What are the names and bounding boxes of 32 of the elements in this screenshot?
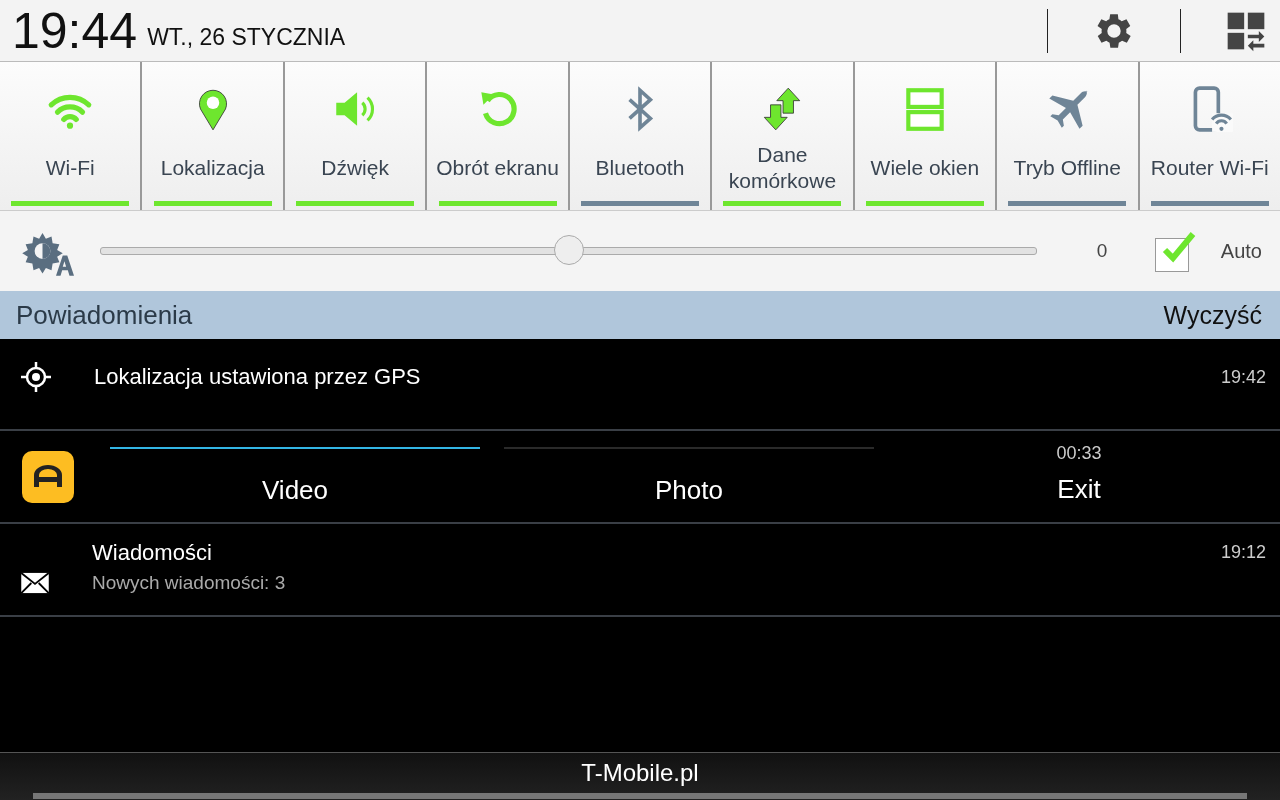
auto-checkbox[interactable]: [1154, 230, 1197, 272]
quick-toggle[interactable]: Dane komórkowe: [712, 62, 853, 210]
quick-toggle[interactable]: Router Wi-Fi: [1139, 62, 1280, 210]
auto-label: Auto: [1220, 239, 1262, 263]
date-text: WT., 26 STYCZNIA: [147, 24, 346, 51]
drag-handle[interactable]: [33, 793, 1247, 799]
notification-time: 19:42: [1220, 366, 1266, 388]
quick-toggle[interactable]: Tryb Offline: [997, 62, 1138, 210]
recorder-tab[interactable]: Video: [110, 436, 480, 517]
notification-time: 19:12: [1220, 542, 1266, 563]
notification-title: Wiadomości: [92, 540, 213, 566]
clear-button[interactable]: Wyczyść: [1163, 300, 1262, 330]
notification-item[interactable]: Wiadomości Nowych wiadomości: 3 19:12: [0, 524, 1280, 617]
carrier-name: T-Mobile.pl: [581, 759, 699, 787]
quick-toggle[interactable]: Lokalizacja: [142, 62, 283, 210]
quick-toggle[interactable]: Bluetooth: [569, 62, 711, 210]
crosshair-icon: [20, 361, 52, 393]
quick-toggle[interactable]: Wi-Fi: [0, 62, 141, 210]
notifications-title: Powiadomienia: [16, 299, 193, 331]
brightness-value: 0: [1096, 240, 1109, 262]
app-icon: [22, 450, 74, 503]
notification-item[interactable]: Lokalizacja ustawiona przez GPS 19:42: [0, 339, 1280, 431]
quick-toggle[interactable]: Dźwięk: [284, 62, 426, 210]
recorder-tab[interactable]: Photo: [504, 436, 874, 517]
notification-title: Lokalizacja ustawiona przez GPS: [94, 364, 422, 390]
envelope-icon: [20, 572, 50, 594]
quick-toggle[interactable]: Wiele okien: [854, 62, 996, 210]
notification-text: Nowych wiadomości: 3: [92, 572, 287, 594]
exit-button[interactable]: Exit: [1057, 473, 1101, 505]
quick-toggle[interactable]: Obrót ekranu: [427, 62, 568, 210]
clock-time: 19:44: [12, 1, 138, 60]
elapsed-time: 00:33: [1056, 442, 1102, 464]
